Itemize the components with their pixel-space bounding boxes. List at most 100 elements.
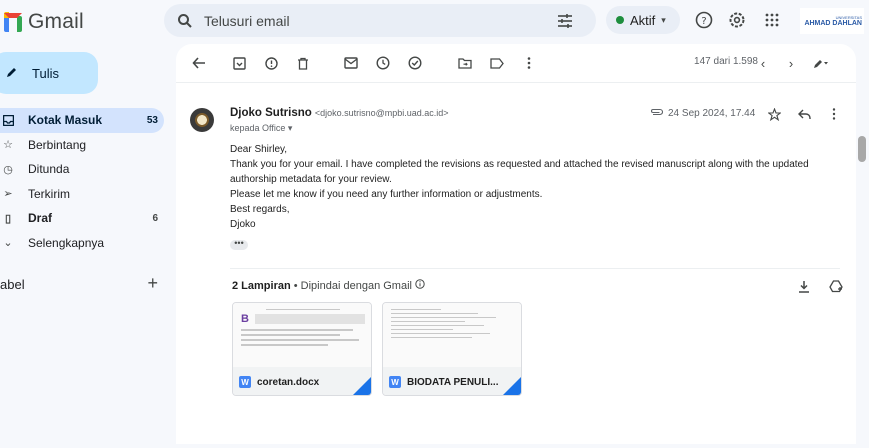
scrollbar-thumb[interactable] (858, 136, 866, 162)
unread-count: 53 (146, 114, 158, 126)
toolbar-divider (176, 82, 856, 83)
chevron-down-icon: ⌄ (3, 237, 13, 250)
mark-unread-icon[interactable] (342, 54, 360, 72)
settings-gear-icon[interactable] (727, 10, 747, 30)
attachments-divider (230, 268, 840, 269)
sidebar-item-inbox[interactable]: Kotak Masuk 53 (0, 108, 164, 133)
sender-line: Djoko Sutrisno <djoko.sutrisno@mpbi.uad.… (230, 107, 449, 119)
reply-arrow-icon[interactable] (796, 106, 812, 122)
label-tag-icon[interactable] (488, 54, 506, 72)
word-doc-icon: W (389, 376, 401, 388)
body-closing: Best regards, (230, 204, 290, 215)
move-to-folder-icon[interactable] (456, 54, 474, 72)
show-trimmed-content-button[interactable]: ••• (230, 239, 248, 250)
more-vertical-icon[interactable] (826, 106, 842, 122)
search-input[interactable]: Telusuri email (204, 13, 290, 29)
help-icon[interactable]: ? (694, 10, 714, 30)
attachments-count: 2 Lampiran (232, 280, 291, 292)
chevron-left-icon[interactable]: ‹ (754, 54, 772, 72)
email-body: Dear Shirley, Thank you for your email. … (230, 142, 830, 232)
chevron-down-icon[interactable]: ▾ (288, 123, 293, 133)
app-name: Gmail (28, 10, 84, 33)
apps-grid-icon[interactable] (762, 10, 782, 30)
attachment-filename: coretan.docx (257, 376, 320, 388)
chevron-right-icon[interactable]: › (782, 54, 800, 72)
sidebar-item-label: Ditunda (28, 162, 70, 177)
sidebar-item-starred[interactable]: ☆ Berbintang (0, 133, 164, 158)
search-options-icon[interactable] (556, 12, 574, 30)
attachment-filename: BIODATA PENULI... (407, 376, 499, 388)
sidebar-item-drafts[interactable]: ▯ Draf 6 (0, 206, 164, 231)
add-task-icon[interactable] (406, 54, 424, 72)
body-paragraph: Please let me know if you need any furth… (230, 189, 543, 200)
recipient-label: kepada Office (230, 123, 286, 133)
status-label: Aktif (630, 12, 656, 28)
compose-label: Tulis (32, 65, 59, 81)
report-spam-icon[interactable] (262, 54, 280, 72)
star-icon[interactable] (766, 106, 782, 122)
email-toolbar: 147 dari 1.598 ‹ › (176, 44, 856, 82)
inbox-icon (2, 114, 14, 126)
status-selector[interactable]: Aktif ▾ (606, 6, 680, 34)
more-vertical-icon[interactable] (520, 54, 538, 72)
archive-icon[interactable] (230, 54, 248, 72)
recipient-line[interactable]: kepada Office ▾ (230, 123, 292, 134)
attachments-header: 2 Lampiran • Dipindai dengan Gmail (232, 279, 425, 292)
body-signature: Djoko (230, 219, 256, 230)
sidebar-nav: Kotak Masuk 53 ☆ Berbintang ◷ Ditunda ➢ … (0, 108, 164, 255)
delete-trash-icon[interactable] (294, 54, 312, 72)
gmail-m-icon (4, 12, 22, 32)
scanned-label: Dipindai dengan Gmail (300, 280, 412, 292)
attachment-clip-icon (650, 108, 664, 119)
sender-avatar[interactable] (190, 108, 214, 132)
draft-icon: ▯ (4, 212, 12, 225)
send-icon: ➢ (3, 188, 13, 201)
sidebar-item-sent[interactable]: ➢ Terkirim (0, 182, 164, 207)
pencil-icon (6, 66, 18, 81)
attachment-preview (383, 303, 521, 367)
sidebar-item-label: Terkirim (28, 186, 70, 201)
active-status-dot (616, 16, 624, 24)
sidebar-item-snoozed[interactable]: ◷ Ditunda (0, 157, 164, 182)
svg-text:?: ? (701, 16, 706, 27)
sidebar-item-label: Draf (28, 211, 53, 226)
download-all-icon[interactable] (796, 278, 812, 294)
attachment-preview: B (233, 303, 371, 367)
attachment-card[interactable]: B W coretan.docx (232, 302, 372, 396)
body-greeting: Dear Shirley, (230, 144, 288, 155)
sidebar-item-more[interactable]: ⌄ Selengkapnya (0, 231, 164, 256)
gmail-logo[interactable]: Gmail (4, 8, 84, 36)
draft-count: 6 (152, 212, 158, 224)
star-icon: ☆ (3, 139, 13, 152)
search-icon[interactable] (176, 12, 194, 30)
attachment-footer: W coretan.docx (233, 367, 371, 395)
pagination-info: 147 dari 1.598 (694, 56, 758, 67)
snooze-clock-icon[interactable] (374, 54, 392, 72)
compose-button[interactable]: Tulis (0, 52, 98, 94)
labels-section-header: abel + (0, 273, 164, 293)
back-arrow-icon[interactable] (190, 54, 208, 72)
sidebar-item-label: Kotak Masuk (28, 113, 103, 128)
add-label-plus-icon[interactable]: + (147, 273, 158, 294)
labels-heading: abel (0, 277, 25, 292)
sender-name[interactable]: Djoko Sutrisno (230, 107, 312, 119)
sender-email: <djoko.sutrisno@mpbi.uad.ac.id> (314, 108, 449, 118)
word-doc-icon: W (239, 376, 251, 388)
email-date: 24 Sep 2024, 17.44 (668, 108, 756, 119)
doc-corner-icon (503, 377, 521, 395)
chevron-down-icon: ▾ (661, 14, 666, 25)
doc-corner-icon (353, 377, 371, 395)
input-tools-pen-icon[interactable] (812, 54, 830, 72)
clock-icon: ◷ (3, 163, 13, 176)
sidebar-item-label: Selengkapnya (28, 235, 105, 250)
organization-logo[interactable]: UNIVERSITAS AHMAD DAHLAN (800, 8, 864, 34)
add-to-drive-icon[interactable] (828, 278, 844, 294)
info-icon[interactable] (415, 279, 425, 292)
attachment-footer: W BIODATA PENULI... (383, 367, 521, 395)
sidebar-item-label: Berbintang (28, 137, 87, 152)
email-view-pane: 147 dari 1.598 ‹ › Djoko Sutrisno <djoko… (176, 44, 856, 444)
email-meta: 24 Sep 2024, 17.44 (650, 108, 755, 119)
attachment-card[interactable]: W BIODATA PENULI... (382, 302, 522, 396)
search-bar[interactable]: Telusuri email (164, 4, 596, 37)
body-paragraph: Thank you for your email. I have complet… (230, 159, 809, 185)
